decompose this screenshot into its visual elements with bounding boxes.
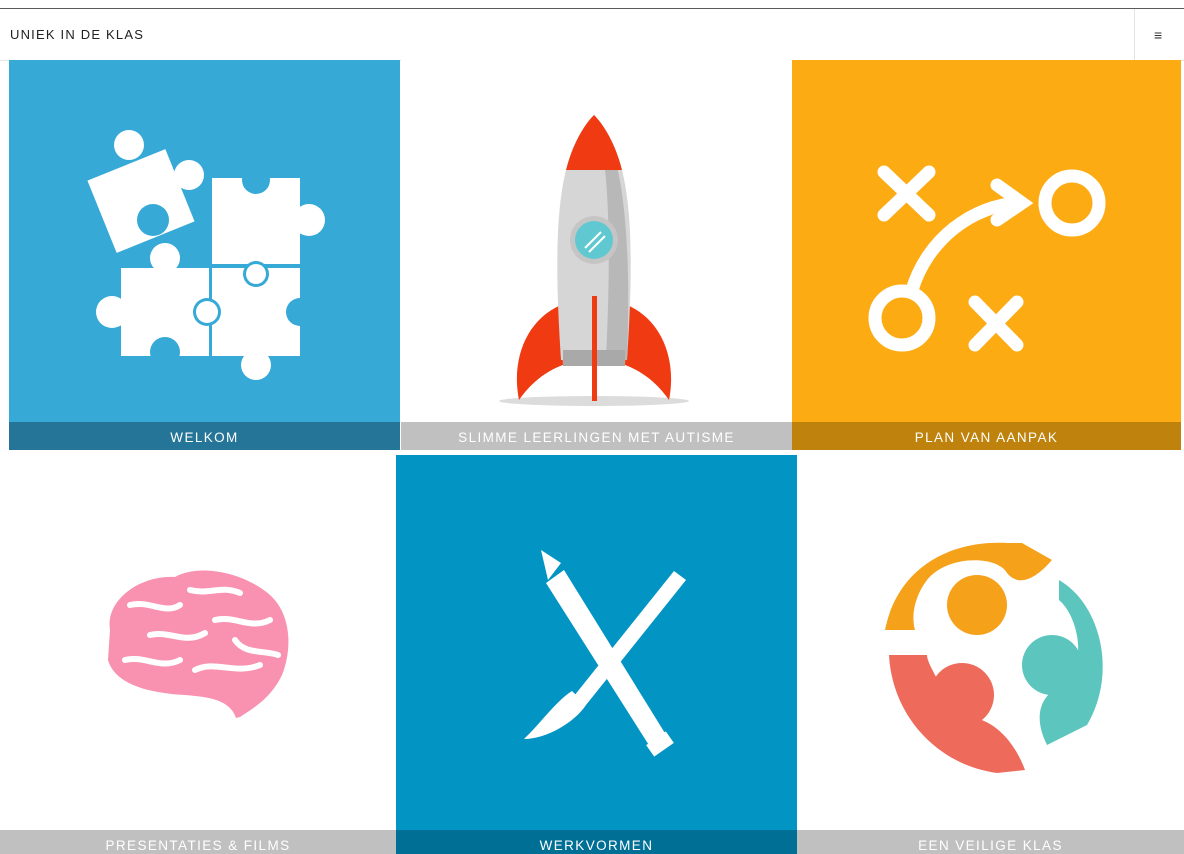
tile-caption-werkvormen: WERKVORMEN: [396, 830, 797, 854]
tile-een-veilige-klas[interactable]: EEN VEILIGE KLAS: [797, 455, 1184, 854]
tile-slimme-leerlingen[interactable]: SLIMME LEERLINGEN MET AUTISME: [401, 60, 792, 450]
tile-caption-presentaties-films: PRESENTATIES & FILMS: [0, 830, 396, 854]
hamburger-icon: ≡: [1154, 27, 1163, 43]
brain-icon: [108, 570, 289, 718]
puzzle-icon: [87, 130, 325, 380]
tile-caption-een-veilige-klas: EEN VEILIGE KLAS: [797, 830, 1184, 854]
tile-presentaties-films[interactable]: PRESENTATIES & FILMS: [0, 455, 396, 854]
strategy-icon: [868, 165, 1106, 352]
tile-caption-welkom: WELKOM: [9, 422, 400, 450]
menu-button[interactable]: ≡: [1134, 9, 1184, 60]
site-title[interactable]: UNIEK IN DE KLAS: [10, 27, 144, 42]
tile-caption-plan-van-aanpak: PLAN VAN AANPAK: [792, 422, 1181, 450]
pencil-brush-icon: [524, 550, 686, 757]
tile-caption-slimme-leerlingen: SLIMME LEERLINGEN MET AUTISME: [401, 422, 792, 450]
rocket-icon: [499, 115, 689, 406]
tile-werkvormen[interactable]: WERKVORMEN: [396, 455, 797, 854]
tile-welkom[interactable]: WELKOM: [9, 60, 400, 450]
team-circle-icon: [885, 542, 1103, 773]
tile-plan-van-aanpak[interactable]: PLAN VAN AANPAK: [792, 60, 1181, 450]
site-header: UNIEK IN DE KLAS ≡: [0, 9, 1184, 61]
